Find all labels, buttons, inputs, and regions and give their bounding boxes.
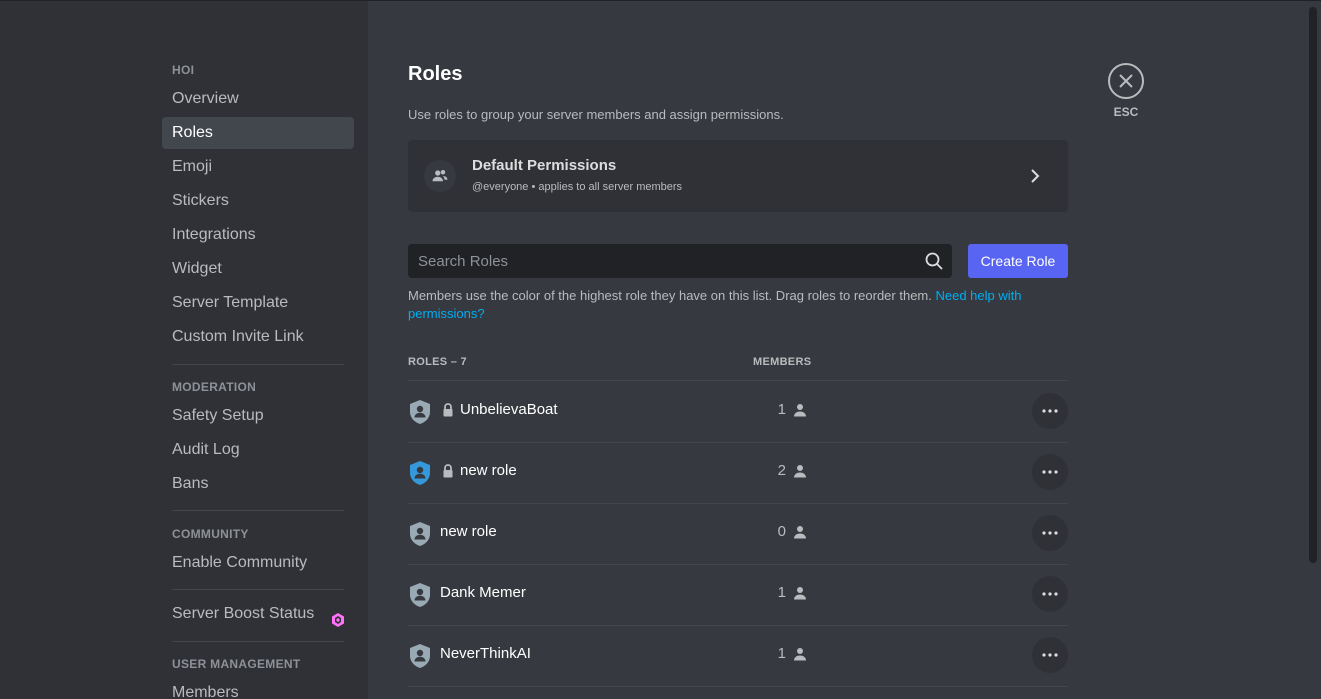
role-member-count: 1 xyxy=(777,584,786,601)
default-permissions-title: Default Permissions xyxy=(472,157,617,174)
sidebar-item-audit-log[interactable]: Audit Log xyxy=(162,434,354,466)
role-name: new role xyxy=(460,462,517,479)
sidebar-item-stickers[interactable]: Stickers xyxy=(162,185,354,217)
user-management-header: USER MANAGEMENT xyxy=(172,657,301,671)
server-name-header: HOI xyxy=(172,63,195,77)
sidebar-item-safety-setup[interactable]: Safety Setup xyxy=(162,400,354,432)
role-name: NeverThinkAI xyxy=(440,645,531,662)
chevron-right-icon xyxy=(1030,168,1040,189)
more-options-button[interactable] xyxy=(1032,637,1068,673)
person-icon xyxy=(793,647,807,666)
role-row[interactable]: Dank Memer 1 xyxy=(408,564,1068,625)
sidebar-item-enable-community[interactable]: Enable Community xyxy=(162,547,354,579)
role-member-count: 2 xyxy=(777,462,786,479)
page-subtitle: Use roles to group your server members a… xyxy=(408,107,784,122)
more-options-button[interactable] xyxy=(1032,515,1068,551)
shield-person-icon xyxy=(409,460,431,491)
sidebar-divider xyxy=(172,641,344,642)
role-member-count: 0 xyxy=(777,523,786,540)
moderation-header: MODERATION xyxy=(172,380,257,394)
members-header: MEMBERS xyxy=(753,356,812,368)
shield-person-icon xyxy=(409,399,431,430)
sidebar-item-widget[interactable]: Widget xyxy=(162,253,354,285)
shield-person-icon xyxy=(409,582,431,613)
more-options-button[interactable] xyxy=(1032,454,1068,490)
role-row[interactable]: new role 2 xyxy=(408,442,1068,503)
lock-icon xyxy=(442,403,454,422)
role-row[interactable]: NeverThinkAI 1 xyxy=(408,625,1068,686)
shield-person-icon xyxy=(409,643,431,674)
sidebar-item-server-boost-status[interactable]: Server Boost Status xyxy=(162,598,354,630)
sidebar-divider xyxy=(172,364,344,365)
scrollbar[interactable] xyxy=(1309,7,1317,563)
sidebar-divider xyxy=(172,510,344,511)
page-title: Roles xyxy=(408,63,463,85)
members-icon xyxy=(424,160,456,192)
close-settings[interactable]: ESC xyxy=(1108,63,1144,119)
help-description: Members use the color of the highest rol… xyxy=(408,288,936,303)
role-member-count: 1 xyxy=(777,645,786,662)
sidebar-item-label: Server Boost Status xyxy=(172,605,315,622)
role-member-count: 1 xyxy=(777,401,786,418)
create-role-button[interactable]: Create Role xyxy=(968,244,1068,278)
search-input[interactable] xyxy=(408,244,908,278)
sidebar-item-bans[interactable]: Bans xyxy=(162,468,354,500)
esc-label: ESC xyxy=(1113,105,1139,119)
more-horizontal-icon xyxy=(1042,653,1058,657)
search-roles xyxy=(408,244,952,278)
community-header: COMMUNITY xyxy=(172,527,249,541)
roles-count-header: ROLES – 7 xyxy=(408,356,467,368)
sidebar-item-roles[interactable]: Roles xyxy=(162,117,354,149)
roles-page: Roles Use roles to group your server mem… xyxy=(368,1,1321,699)
sidebar-item-integrations[interactable]: Integrations xyxy=(162,219,354,251)
role-name: new role xyxy=(440,523,497,540)
role-name: Dank Memer xyxy=(440,584,526,601)
person-icon xyxy=(793,586,807,605)
more-options-button[interactable] xyxy=(1032,576,1068,612)
sidebar-item-server-template[interactable]: Server Template xyxy=(162,287,354,319)
close-button[interactable] xyxy=(1108,63,1144,99)
row-divider xyxy=(408,686,1068,687)
role-row[interactable]: new role 0 xyxy=(408,503,1068,564)
sidebar-item-members[interactable]: Members xyxy=(162,677,354,699)
sidebar-item-overview[interactable]: Overview xyxy=(162,83,354,115)
close-icon xyxy=(1119,74,1133,88)
role-row[interactable]: UnbelievaBoat 1 xyxy=(408,381,1068,442)
search-icon[interactable] xyxy=(925,252,943,275)
sidebar-item-custom-invite-link[interactable]: Custom Invite Link xyxy=(162,321,354,353)
lock-icon xyxy=(442,464,454,483)
more-horizontal-icon xyxy=(1042,592,1058,596)
sidebar-item-emoji[interactable]: Emoji xyxy=(162,151,354,183)
more-horizontal-icon xyxy=(1042,531,1058,535)
role-name: UnbelievaBoat xyxy=(460,401,558,418)
more-horizontal-icon xyxy=(1042,470,1058,474)
person-icon xyxy=(793,403,807,422)
default-permissions-subtitle: @everyone • applies to all server member… xyxy=(472,181,683,193)
default-permissions-card[interactable]: Default Permissions @everyone • applies … xyxy=(408,140,1068,212)
more-horizontal-icon xyxy=(1042,409,1058,413)
boost-gem-icon xyxy=(332,607,344,639)
help-text: Members use the color of the highest rol… xyxy=(408,287,1048,323)
more-options-button[interactable] xyxy=(1032,393,1068,429)
person-icon xyxy=(793,464,807,483)
sidebar-divider xyxy=(172,589,344,590)
settings-sidebar: HOI Overview Roles Emoji Stickers Integr… xyxy=(0,1,368,699)
shield-person-icon xyxy=(409,521,431,552)
person-icon xyxy=(793,525,807,544)
